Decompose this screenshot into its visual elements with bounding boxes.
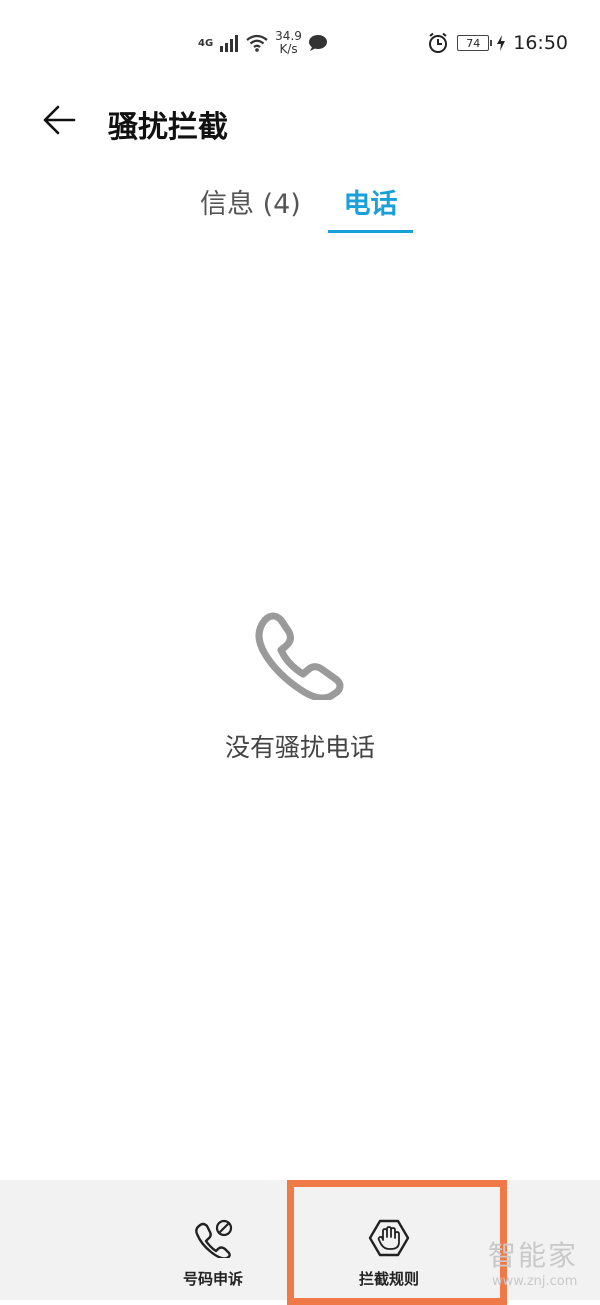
tab-bar: 信息 (4) 电话 bbox=[0, 182, 600, 238]
status-bar: 4G 34.9 K/s 74 16:50 bbox=[0, 0, 600, 90]
back-button[interactable] bbox=[38, 98, 82, 142]
app-bar: 骚扰拦截 bbox=[0, 90, 600, 150]
active-tab-indicator bbox=[328, 230, 413, 233]
watermark: 智能家 www.znj.com bbox=[488, 1234, 578, 1289]
network-speed: 34.9 K/s bbox=[275, 30, 302, 56]
status-right: 74 16:50 bbox=[427, 32, 568, 54]
message-icon bbox=[308, 35, 327, 51]
arrow-left-icon bbox=[43, 105, 76, 135]
empty-message: 没有骚扰电话 bbox=[224, 733, 375, 762]
empty-state: 没有骚扰电话 bbox=[0, 610, 600, 764]
battery-icon: 74 bbox=[457, 35, 493, 51]
alarm-icon bbox=[429, 32, 448, 53]
status-left: 4G 34.9 K/s bbox=[198, 30, 328, 56]
page-title: 骚扰拦截 bbox=[108, 110, 228, 145]
number-appeal-label: 号码申诉 bbox=[182, 1270, 243, 1288]
watermark-brand: 智能家 bbox=[488, 1239, 579, 1272]
signal-icon bbox=[220, 35, 239, 52]
battery-level: 74 bbox=[466, 36, 481, 50]
network-type: 4G bbox=[198, 37, 214, 49]
clock: 16:50 bbox=[513, 32, 568, 54]
tab-messages[interactable]: 信息 (4) bbox=[200, 182, 301, 232]
highlight-frame bbox=[287, 1180, 507, 1305]
tab-calls[interactable]: 电话 bbox=[328, 182, 413, 232]
wifi-icon bbox=[246, 34, 268, 52]
phone-block-icon bbox=[195, 1219, 233, 1260]
charging-icon bbox=[497, 35, 506, 51]
watermark-url: www.znj.com bbox=[492, 1274, 578, 1289]
speed-unit: K/s bbox=[279, 42, 298, 56]
number-appeal-button[interactable]: 号码申诉 bbox=[148, 1218, 278, 1289]
phone-icon bbox=[255, 612, 344, 702]
